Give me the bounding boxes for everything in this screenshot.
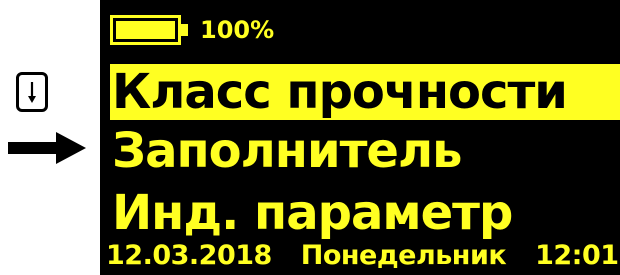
menu-item-label: Инд. параметр	[112, 185, 513, 241]
menu-item-ind-parameter[interactable]: Инд. параметр	[100, 182, 620, 244]
menu-item-filler[interactable]: Заполнитель	[100, 120, 620, 182]
menu: Класс прочности Заполнитель Инд. парамет…	[100, 64, 620, 244]
menu-item-label: Класс прочности	[112, 64, 568, 120]
datetime-footer: 12.03.2018 Понедельник 12:01	[106, 240, 619, 271]
battery-icon	[110, 15, 190, 45]
arrow-right-icon	[8, 132, 86, 164]
arrow-down-key-icon[interactable]	[16, 72, 48, 112]
weekday: Понедельник	[300, 240, 507, 271]
date: 12.03.2018	[106, 240, 272, 271]
battery-level: 100%	[200, 16, 275, 44]
menu-item-label: Заполнитель	[112, 123, 462, 179]
lcd-screen: 100% Класс прочности Заполнитель Инд. па…	[100, 0, 620, 275]
time: 12:01	[535, 240, 619, 271]
status-bar: 100%	[110, 14, 274, 46]
menu-item-strength-class[interactable]: Класс прочности	[110, 64, 620, 120]
